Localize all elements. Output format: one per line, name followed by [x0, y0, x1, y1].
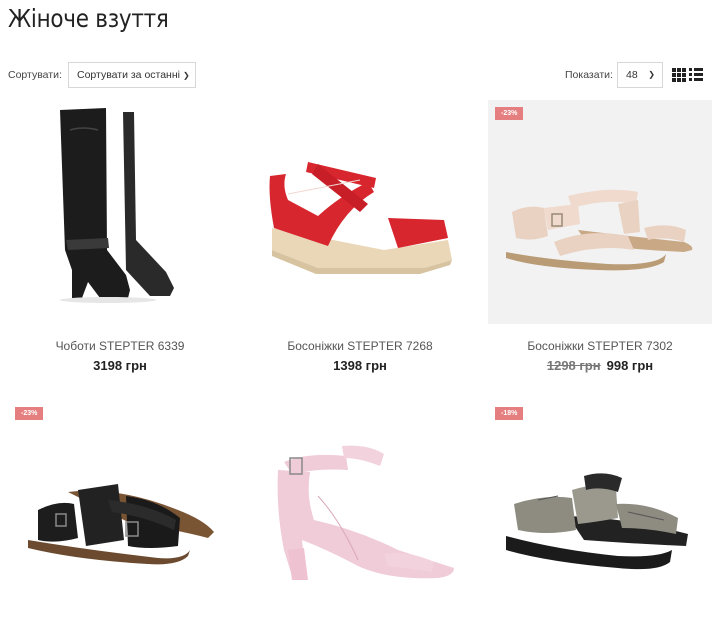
pink-heel-sandal-icon: [277, 445, 454, 580]
product-card[interactable]: -23%: [8, 400, 232, 624]
product-price-line: 1398 грн: [248, 358, 472, 373]
product-name[interactable]: Чоботи STEPTER 6339: [8, 339, 232, 353]
product-image[interactable]: -18%: [488, 400, 712, 624]
discount-badge: -23%: [495, 107, 524, 120]
product-price-line: 1298 грн 998 грн: [488, 358, 712, 373]
product-price-line: 3198 грн: [8, 358, 232, 373]
product-card[interactable]: [248, 400, 472, 624]
product-card[interactable]: Чоботи STEPTER 6339 3198 грн: [8, 100, 232, 373]
black-flat-sandal-icon: [28, 484, 214, 565]
red-wedge-sandal-icon: [269, 162, 452, 274]
grid-view-icon[interactable]: [672, 68, 686, 82]
product-price: 1398 грн: [333, 358, 387, 373]
product-image[interactable]: [8, 100, 232, 324]
list-view-icon[interactable]: [689, 68, 703, 81]
per-page-value: 48: [626, 69, 638, 81]
product-image[interactable]: [248, 100, 472, 324]
per-page-select[interactable]: 48 ❯: [617, 62, 663, 88]
grey-sport-sandal-icon: [506, 473, 688, 570]
product-name[interactable]: Босоніжки STEPTER 7268: [248, 339, 472, 353]
product-name[interactable]: Босоніжки STEPTER 7302: [488, 339, 712, 353]
sort-select-value: Сортувати за останні: [77, 69, 180, 81]
product-image[interactable]: -23%: [488, 100, 712, 324]
product-image[interactable]: [248, 400, 472, 624]
chevron-down-icon: ❯: [648, 70, 655, 79]
product-card[interactable]: -23% Босоніжки STEPTER 7302 1298 грн 998 …: [488, 100, 712, 373]
discount-badge: -23%: [15, 407, 44, 420]
chevron-down-icon: ❯: [183, 71, 190, 80]
product-price: 3198 грн: [93, 358, 147, 373]
show-label: Показати:: [565, 69, 613, 81]
product-price: 998 грн: [606, 358, 654, 373]
black-boot-icon: [60, 108, 174, 303]
sort-label: Сортувати:: [8, 69, 62, 81]
product-card[interactable]: -18%: [488, 400, 712, 624]
product-image[interactable]: -23%: [8, 400, 232, 624]
page-title: Жіноче взуття: [8, 4, 169, 33]
beige-flat-sandal-icon: [506, 189, 693, 271]
product-card[interactable]: Босоніжки STEPTER 7268 1398 грн: [248, 100, 472, 373]
product-old-price: 1298 грн: [546, 358, 601, 373]
sort-select[interactable]: Сортувати за останні ❯: [68, 62, 196, 88]
discount-badge: -18%: [495, 407, 524, 420]
